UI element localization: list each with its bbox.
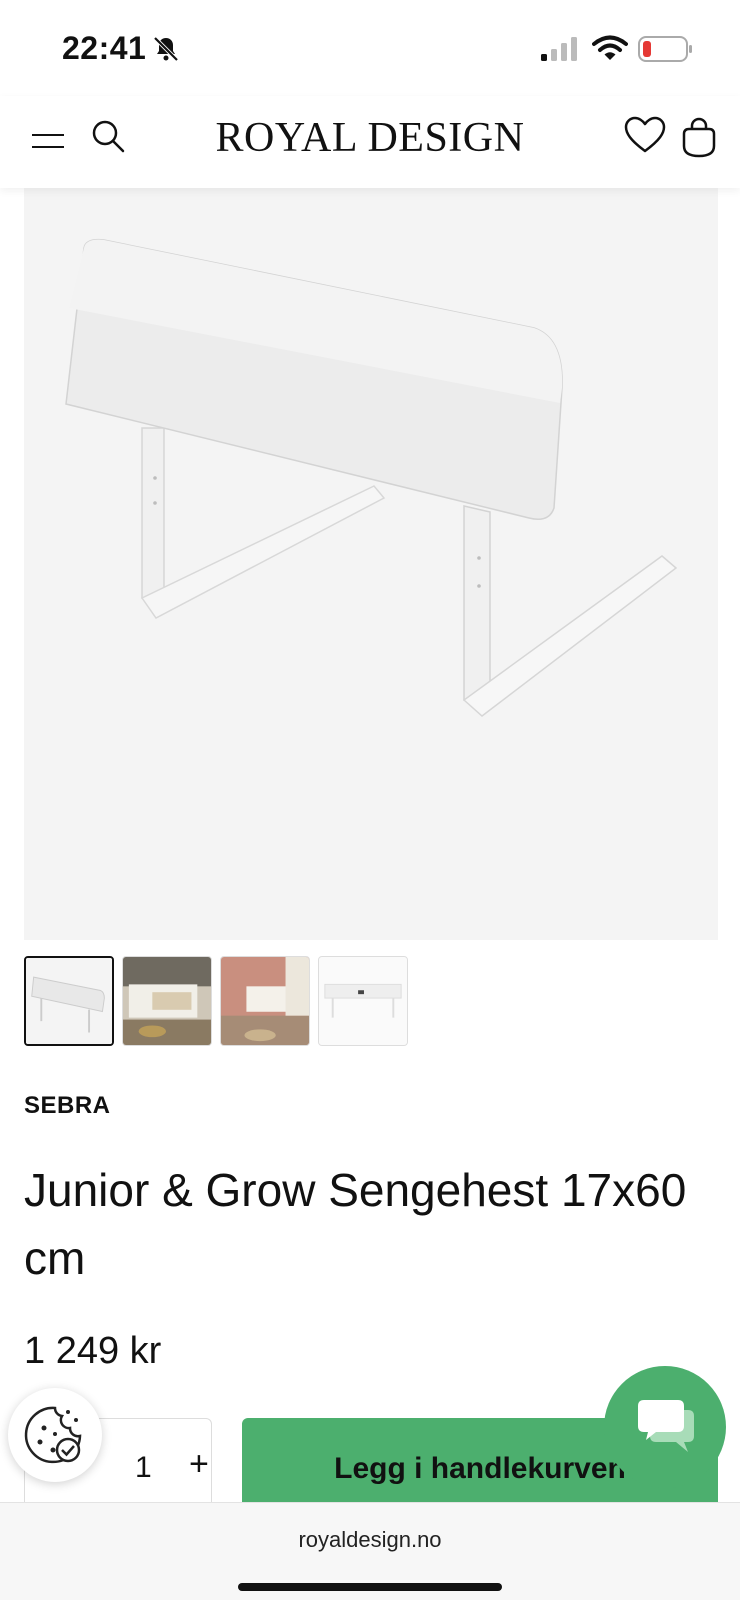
thumbnail-2[interactable] <box>122 956 212 1046</box>
product-main-image[interactable] <box>24 188 718 940</box>
battery-low-icon <box>638 36 692 62</box>
heart-icon[interactable] <box>624 116 666 154</box>
product-brand[interactable]: SEBRA <box>24 1092 111 1120</box>
url-text[interactable]: royaldesign.no <box>0 1527 740 1553</box>
thumbnail-1[interactable] <box>24 956 114 1046</box>
site-header: ROYAL DESIGN <box>0 96 740 188</box>
wifi-icon <box>592 35 628 60</box>
browser-bottom-bar: royaldesign.no <box>0 1502 740 1600</box>
home-indicator[interactable] <box>238 1583 502 1591</box>
thumbnail-3[interactable] <box>220 956 310 1046</box>
product-title: Junior & Grow Sengehest 17x60 cm <box>24 1164 687 1284</box>
add-to-cart-label: Legg i handlekurven <box>334 1452 626 1485</box>
bell-slash-icon <box>153 36 179 62</box>
status-bar: 22:41 <box>0 0 740 96</box>
signal-icon <box>541 37 577 61</box>
cookie-settings-button[interactable] <box>8 1388 102 1482</box>
chat-button[interactable] <box>604 1366 726 1488</box>
cookie-icon <box>24 1406 82 1464</box>
status-time: 22:41 <box>62 30 147 66</box>
quantity-value[interactable]: 1 <box>135 1451 152 1485</box>
product-price: 1 249 kr <box>24 1330 162 1372</box>
chat-icon <box>638 1400 694 1452</box>
quantity-increase-button[interactable]: + <box>189 1445 209 1484</box>
thumbnail-4[interactable] <box>318 956 408 1046</box>
bag-icon[interactable] <box>680 116 718 158</box>
thumbnail-strip <box>24 956 408 1046</box>
